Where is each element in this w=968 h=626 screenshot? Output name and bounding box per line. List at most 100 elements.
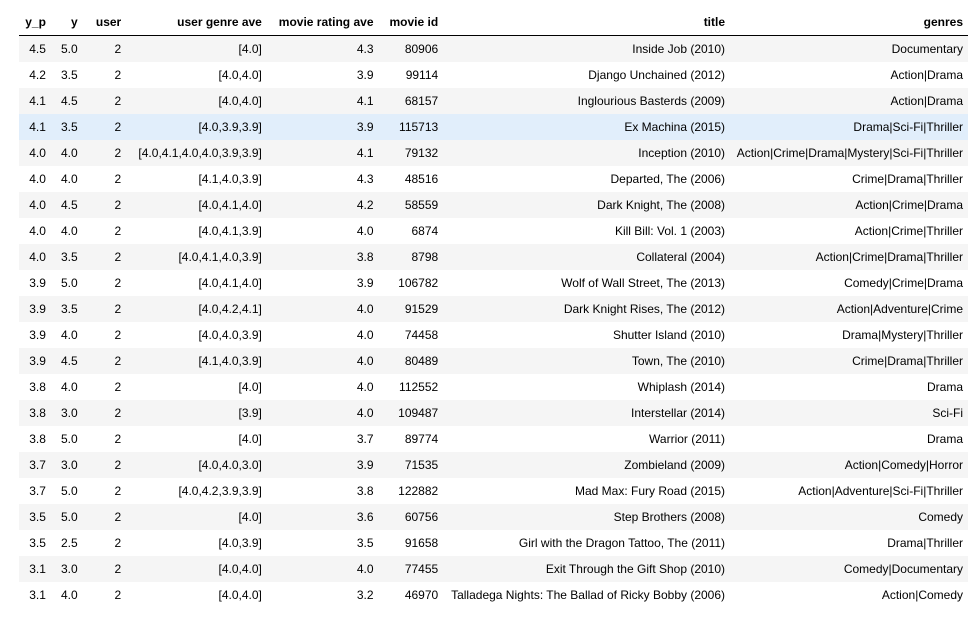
column-header-user: user bbox=[82, 10, 127, 36]
cell-genres: Comedy bbox=[918, 510, 963, 524]
cell-y-p: 3.9 bbox=[29, 276, 46, 290]
cell-user-genre-ave: [4.0,4.1,4.0,3.9] bbox=[178, 250, 262, 264]
cell-y-p: 4.0 bbox=[29, 224, 46, 238]
cell-title: Exit Through the Gift Shop (2010) bbox=[545, 562, 726, 576]
cell-movie-rating-ave: 4.0 bbox=[356, 380, 374, 394]
cell-y: 3.5 bbox=[60, 250, 78, 264]
table-row: 4.0 4.0 2 [4.0,4.1,3.9] 4.0 6874 Kill Bill: Vo… bbox=[19, 218, 968, 244]
table-row: 3.9 3.5 2 [4.0,4.2,4.1] 4.0 91529 Dark Knight … bbox=[19, 296, 968, 322]
cell-genres: Action|Crime|Drama|Thriller bbox=[815, 250, 963, 264]
cell-y: 3.5 bbox=[60, 68, 78, 82]
cell-movie-rating-ave: 4.0 bbox=[356, 224, 374, 238]
table-row: 3.9 4.5 2 [4.1,4.0,3.9] 4.0 80489 Town, The (2… bbox=[19, 348, 968, 374]
cell-y: 3.0 bbox=[60, 406, 78, 420]
column-header-movie-rating-ave: movie rating ave bbox=[266, 10, 379, 36]
cell-movie-id: 71535 bbox=[404, 458, 439, 472]
cell-movie-rating-ave: 3.2 bbox=[356, 588, 374, 602]
cell-y: 4.5 bbox=[60, 354, 78, 368]
cell-user: 2 bbox=[114, 432, 122, 446]
cell-movie-id: 6874 bbox=[411, 224, 439, 238]
cell-y: 3.0 bbox=[60, 562, 78, 576]
cell-user: 2 bbox=[114, 276, 122, 290]
cell-y-p: 3.9 bbox=[29, 302, 46, 316]
cell-y-p: 3.9 bbox=[29, 354, 46, 368]
cell-genres: Drama|Mystery|Thriller bbox=[842, 328, 963, 342]
cell-movie-id: 122882 bbox=[398, 484, 439, 498]
cell-genres: Action|Comedy bbox=[881, 588, 963, 602]
cell-user: 2 bbox=[114, 510, 122, 524]
cell-movie-rating-ave: 4.1 bbox=[356, 146, 374, 160]
cell-user: 2 bbox=[114, 42, 122, 56]
cell-movie-rating-ave: 4.0 bbox=[356, 302, 374, 316]
cell-user-genre-ave: [4.0,4.2,3.9,3.9] bbox=[178, 484, 262, 498]
cell-y: 3.0 bbox=[60, 458, 78, 472]
cell-y: 4.0 bbox=[60, 588, 78, 602]
cell-title: Django Unchained (2012) bbox=[588, 68, 726, 82]
cell-movie-rating-ave: 4.1 bbox=[356, 94, 374, 108]
cell-user: 2 bbox=[114, 328, 122, 342]
cell-y-p: 3.8 bbox=[29, 406, 46, 420]
cell-genres: Sci-Fi bbox=[932, 406, 963, 420]
cell-user-genre-ave: [4.0,4.0,3.0] bbox=[198, 458, 262, 472]
cell-y-p: 4.2 bbox=[29, 68, 46, 82]
table-row: 4.1 3.5 2 [4.0,3.9,3.9] 3.9 115713 Ex Machina … bbox=[19, 114, 968, 140]
cell-title: Inception (2010) bbox=[638, 146, 726, 160]
cell-user-genre-ave: [4.0,4.0] bbox=[218, 562, 262, 576]
cell-user: 2 bbox=[114, 198, 122, 212]
cell-title: Step Brothers (2008) bbox=[613, 510, 726, 524]
cell-title: Warrior (2011) bbox=[649, 432, 726, 446]
cell-title: Talladega Nights: The Ballad of Ricky Bo… bbox=[451, 588, 726, 602]
cell-title: Ex Machina (2015) bbox=[624, 120, 726, 134]
table-row: 3.9 5.0 2 [4.0,4.1,4.0] 3.9 106782 Wolf of Wal… bbox=[19, 270, 968, 296]
cell-movie-id: 80489 bbox=[404, 354, 439, 368]
cell-title: Interstellar (2014) bbox=[630, 406, 726, 420]
cell-movie-id: 46970 bbox=[404, 588, 439, 602]
cell-user-genre-ave: [4.0] bbox=[238, 510, 262, 524]
cell-genres: Drama bbox=[926, 380, 963, 394]
cell-movie-rating-ave: 3.8 bbox=[356, 484, 374, 498]
table-row: 3.7 5.0 2 [4.0,4.2,3.9,3.9] 3.8 122882 Mad Max… bbox=[19, 478, 968, 504]
cell-movie-rating-ave: 3.9 bbox=[356, 68, 374, 82]
cell-y-p: 3.8 bbox=[29, 380, 46, 394]
cell-genres: Documentary bbox=[891, 42, 963, 56]
cell-movie-rating-ave: 3.5 bbox=[356, 536, 374, 550]
cell-user-genre-ave: [4.0,4.0] bbox=[218, 588, 262, 602]
cell-y-p: 4.1 bbox=[29, 120, 46, 134]
cell-movie-id: 91658 bbox=[404, 536, 439, 550]
cell-movie-id: 89774 bbox=[404, 432, 439, 446]
cell-genres: Comedy|Crime|Drama bbox=[844, 276, 963, 290]
cell-user: 2 bbox=[114, 484, 122, 498]
cell-user: 2 bbox=[114, 172, 122, 186]
cell-y: 5.0 bbox=[60, 510, 78, 524]
cell-user-genre-ave: [4.0,3.9] bbox=[218, 536, 262, 550]
cell-y: 4.0 bbox=[60, 146, 78, 160]
cell-title: Whiplash (2014) bbox=[637, 380, 726, 394]
cell-title: Girl with the Dragon Tattoo, The (2011) bbox=[518, 536, 726, 550]
cell-user-genre-ave: [4.0] bbox=[238, 380, 262, 394]
cell-title: Town, The (2010) bbox=[631, 354, 726, 368]
column-header-user-genre-ave: user genre ave bbox=[126, 10, 267, 36]
cell-y: 3.5 bbox=[60, 120, 78, 134]
cell-title: Inglourious Basterds (2009) bbox=[577, 94, 726, 108]
cell-genres: Action|Crime|Drama bbox=[855, 198, 963, 212]
cell-user: 2 bbox=[114, 354, 122, 368]
cell-user: 2 bbox=[114, 224, 122, 238]
cell-y-p: 3.1 bbox=[29, 588, 46, 602]
cell-title: Dark Knight Rises, The (2012) bbox=[563, 302, 726, 316]
table-row: 4.0 4.5 2 [4.0,4.1,4.0] 4.2 58559 Dark Knight,… bbox=[19, 192, 968, 218]
table-body: 4.5 5.0 2 [4.0] 4.3 80906 Inside Job (2010) Doc… bbox=[19, 35, 968, 608]
cell-y-p: 3.9 bbox=[29, 328, 46, 342]
table-row: 4.1 4.5 2 [4.0,4.0] 4.1 68157 Inglourious Bast… bbox=[19, 88, 968, 114]
cell-y-p: 3.1 bbox=[29, 562, 46, 576]
cell-user-genre-ave: [4.0,4.0] bbox=[218, 68, 262, 82]
cell-user: 2 bbox=[114, 120, 122, 134]
cell-movie-rating-ave: 3.9 bbox=[356, 458, 374, 472]
cell-user-genre-ave: [4.0,4.1,4.0,4.0,3.9,3.9] bbox=[138, 146, 262, 160]
cell-user: 2 bbox=[114, 250, 122, 264]
cell-user: 2 bbox=[114, 562, 122, 576]
results-table: y_p y user user genre ave movie rating a… bbox=[19, 10, 968, 608]
cell-title: Kill Bill: Vol. 1 (2003) bbox=[614, 224, 726, 238]
column-header-genres: genres bbox=[730, 10, 968, 36]
table-row: 4.2 3.5 2 [4.0,4.0] 3.9 99114 Django Unchained… bbox=[19, 62, 968, 88]
cell-movie-id: 68157 bbox=[404, 94, 439, 108]
